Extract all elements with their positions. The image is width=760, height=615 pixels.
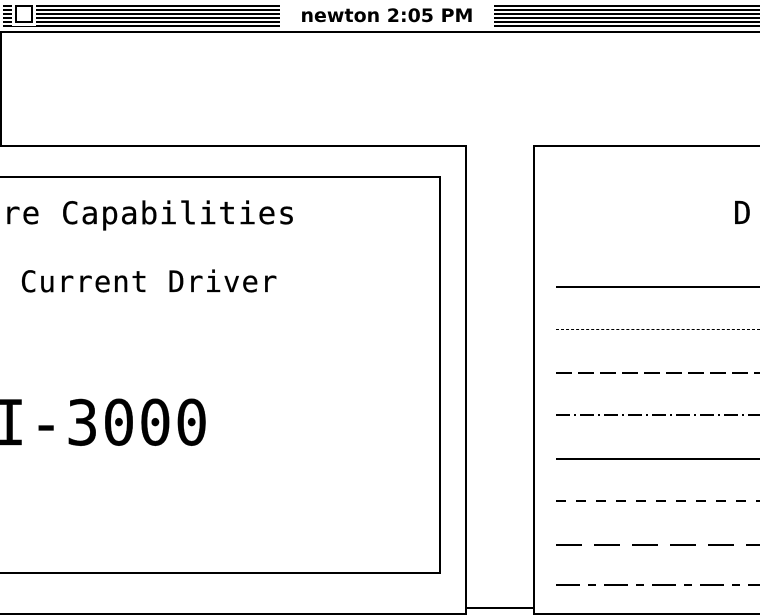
linetype-dash-dot (556, 414, 760, 416)
capabilities-panel (0, 176, 441, 574)
line-types-heading: D (733, 196, 752, 232)
capabilities-heading: re Capabilities (2, 196, 297, 232)
title-bar-stripes-left (3, 5, 280, 27)
linetype-solid (556, 286, 760, 288)
linetype-dashed (556, 372, 760, 374)
close-box-button[interactable] (12, 2, 36, 26)
title-bar-stripes-right (494, 5, 760, 27)
window: newton 2:05 PM re Capabilities Current D… (0, 0, 760, 615)
current-driver-label: Current Driver (20, 265, 279, 299)
linetype-dashed-spaced (556, 500, 760, 502)
linetype-dense-dashed (556, 329, 760, 330)
window-title: newton 2:05 PM (280, 2, 494, 30)
driver-model-name: I-3000 (0, 387, 211, 460)
title-bar[interactable]: newton 2:05 PM (0, 0, 760, 33)
linetype-long-dash-dot (556, 584, 760, 586)
linetype-solid-2 (556, 458, 760, 460)
linetype-long-dash (556, 544, 760, 546)
